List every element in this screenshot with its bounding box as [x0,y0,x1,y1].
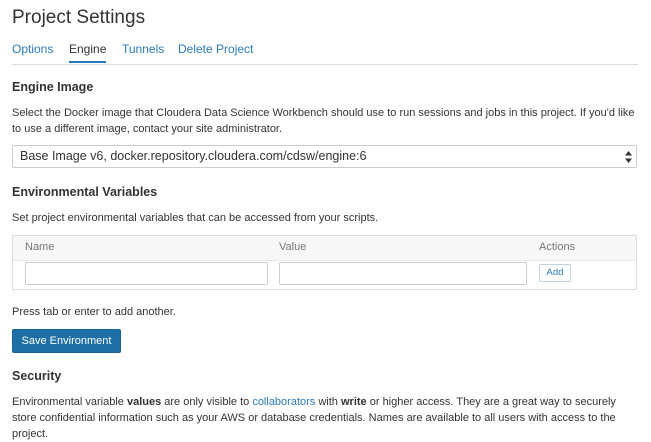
security-bold-values: values [126,396,162,408]
tab-tunnels[interactable]: Tunnels [122,42,164,56]
security-text-part-2: are only visible to [161,396,253,408]
collaborators-link[interactable]: collaborators [252,396,315,408]
env-vars-description: Set project environmental variables that… [12,212,379,224]
env-var-value-input[interactable] [279,262,527,285]
env-vars-heading: Environmental Variables [12,185,158,199]
engine-image-description: Select the Docker image that Cloudera Da… [12,107,635,135]
tab-engine[interactable]: Engine [69,42,107,63]
security-heading: Security [12,369,62,383]
settings-tabs: Options Engine Tunnels Delete Project [12,40,638,65]
engine-image-selected-value: Base Image v6, docker.repository.clouder… [20,149,367,163]
add-another-hint: Press tab or enter to add another. [12,306,176,318]
security-bold-write: write [340,396,367,408]
project-settings-page: Project Settings Options Engine Tunnels … [0,0,651,442]
save-environment-button[interactable]: Save Environment [12,329,121,353]
security-description: Environmental variable values are only v… [12,394,638,442]
security-text-part-1: Environmental variable [12,396,127,408]
column-header-actions: Actions [539,241,576,253]
tab-options[interactable]: Options [12,42,53,56]
column-header-value: Value [279,241,307,253]
env-vars-table: Name Value Actions Add [12,235,637,290]
add-env-var-button[interactable]: Add [539,264,571,282]
env-vars-table-header: Name Value Actions [13,236,636,261]
security-text-part-3: with [315,396,341,408]
tab-delete-project[interactable]: Delete Project [178,42,253,56]
page-title: Project Settings [12,7,146,28]
env-var-name-input[interactable] [25,262,268,285]
engine-image-select[interactable]: Base Image v6, docker.repository.clouder… [12,145,637,168]
column-header-name: Name [25,241,55,253]
engine-image-heading: Engine Image [12,80,94,94]
sort-arrows-icon [625,151,632,163]
